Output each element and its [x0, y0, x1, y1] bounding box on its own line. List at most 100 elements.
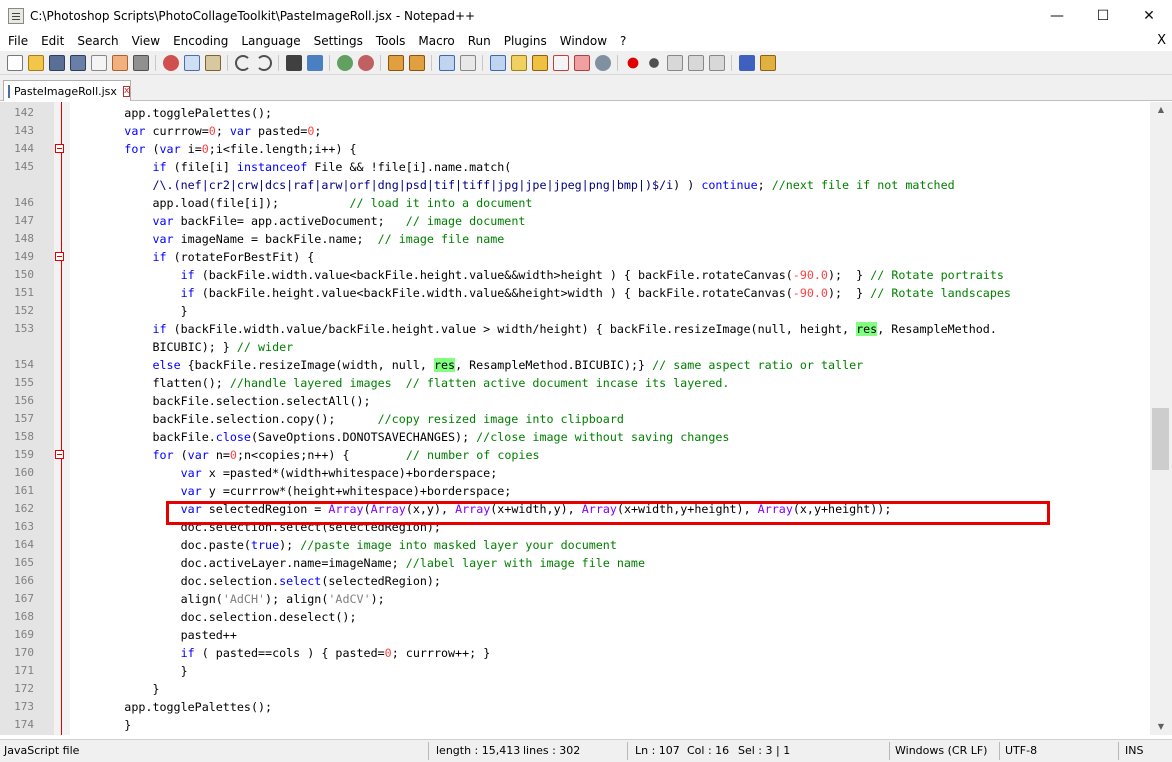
maximize-button[interactable]: ☐: [1080, 0, 1126, 31]
fold-collapse-icon[interactable]: [55, 450, 64, 459]
close-document-button[interactable]: X: [1157, 33, 1166, 48]
line-number: 173: [14, 700, 34, 713]
menu-plugins[interactable]: Plugins: [496, 34, 552, 48]
code-text: }: [68, 304, 188, 318]
menu-bar: File Edit Search View Encoding Language …: [0, 31, 1172, 51]
code-line: 160 var x =pasted*(width+whitespace)+bor…: [0, 464, 1150, 482]
toolbar-separator: [617, 54, 618, 71]
toolbar-separator: [329, 54, 330, 71]
tab-pasteimageroll[interactable]: PasteImageRoll.jsx x: [3, 80, 131, 101]
line-number: 149: [14, 250, 34, 263]
code-line: 167 align('AdCH'); align('AdCV');: [0, 590, 1150, 608]
line-number: 148: [14, 232, 34, 245]
menu-run[interactable]: Run: [460, 34, 496, 48]
status-separator: [627, 742, 628, 760]
status-eol: Windows (CR LF): [895, 744, 988, 757]
spellcheck-icon[interactable]: [738, 54, 755, 71]
code-line: 165 doc.activeLayer.name=imageName; //la…: [0, 554, 1150, 572]
code-text: backFile.selection.selectAll();: [68, 394, 371, 408]
zoom-out-icon[interactable]: [357, 54, 374, 71]
code-line: 169 pasted++: [0, 626, 1150, 644]
line-number: 162: [14, 502, 34, 515]
menu-window[interactable]: Window: [552, 34, 612, 48]
save-macro-icon[interactable]: [708, 54, 725, 71]
sync-vertical-icon[interactable]: [387, 54, 404, 71]
record-macro-icon[interactable]: [624, 54, 641, 71]
code-lines: 142 app.togglePalettes(); 143 var currrow…: [0, 104, 1150, 734]
menu-search[interactable]: Search: [69, 34, 123, 48]
code-text: doc.activeLayer.name=imageName; //label …: [68, 556, 646, 570]
redo-icon[interactable]: [255, 54, 272, 71]
minimize-button[interactable]: —: [1034, 0, 1080, 31]
save-icon[interactable]: [48, 54, 65, 71]
indent-guide-icon[interactable]: [489, 54, 506, 71]
scrollbar-thumb[interactable]: [1152, 408, 1169, 470]
scroll-up-arrow-icon[interactable]: ▲: [1150, 102, 1172, 118]
plugin-icon[interactable]: [759, 54, 776, 71]
close-window-button[interactable]: ✕: [1126, 0, 1172, 31]
line-number: 171: [14, 664, 34, 677]
fold-collapse-icon[interactable]: [55, 144, 64, 153]
folder-workspace-icon[interactable]: [573, 54, 590, 71]
code-line: 148 var imageName = backFile.name; // im…: [0, 230, 1150, 248]
paste-icon[interactable]: [204, 54, 221, 71]
function-list-icon[interactable]: [552, 54, 569, 71]
line-number: 146: [14, 196, 34, 209]
code-line: 144 for (var i=0;i<file.length;i++) {: [0, 140, 1150, 158]
menu-macro[interactable]: Macro: [410, 34, 459, 48]
line-number: 142: [14, 106, 34, 119]
code-editor[interactable]: 142 app.togglePalettes(); 143 var currrow…: [0, 102, 1150, 735]
code-line: 151 if (backFile.height.value<backFile.w…: [0, 284, 1150, 302]
menu-tools[interactable]: Tools: [368, 34, 411, 48]
status-column: Col : 16: [687, 744, 730, 757]
menu-encoding[interactable]: Encoding: [165, 34, 233, 48]
menu-settings[interactable]: Settings: [306, 34, 368, 48]
print-icon[interactable]: [132, 54, 149, 71]
code-line: 173 app.togglePalettes();: [0, 698, 1150, 716]
code-text: align('AdCH'); align('AdCV');: [68, 592, 385, 606]
stop-recording-icon[interactable]: [645, 54, 662, 71]
menu-language[interactable]: Language: [233, 34, 305, 48]
tab-bar: PasteImageRoll.jsx x: [0, 75, 1172, 101]
status-file-type: JavaScript file: [4, 744, 80, 757]
show-all-chars-icon[interactable]: [459, 54, 476, 71]
menu-view[interactable]: View: [124, 34, 165, 48]
menu-help[interactable]: ?: [612, 34, 631, 48]
line-number: 147: [14, 214, 34, 227]
cut-icon[interactable]: [162, 54, 179, 71]
scroll-down-arrow-icon[interactable]: ▼: [1150, 719, 1172, 735]
toolbar-separator: [278, 54, 279, 71]
word-wrap-icon[interactable]: [438, 54, 455, 71]
close-all-icon[interactable]: [111, 54, 128, 71]
menu-edit[interactable]: Edit: [33, 34, 69, 48]
find-icon[interactable]: [285, 54, 302, 71]
monitoring-icon[interactable]: [594, 54, 611, 71]
save-all-icon[interactable]: [69, 54, 86, 71]
code-text: var x =pasted*(width+whitespace)+borders…: [180, 466, 498, 480]
status-separator: [889, 742, 890, 760]
menu-file[interactable]: File: [0, 34, 33, 48]
code-line: 142 app.togglePalettes();: [0, 104, 1150, 122]
vertical-scrollbar[interactable]: ▲ ▼: [1150, 102, 1172, 735]
tab-close-icon[interactable]: x: [122, 85, 131, 97]
code-text: pasted++: [68, 628, 237, 642]
copy-icon[interactable]: [183, 54, 200, 71]
new-file-icon[interactable]: [6, 54, 23, 71]
fold-collapse-icon[interactable]: [55, 252, 64, 261]
close-file-icon[interactable]: [90, 54, 107, 71]
code-line: 156 backFile.selection.selectAll();: [0, 392, 1150, 410]
open-file-icon[interactable]: [27, 54, 44, 71]
replace-icon[interactable]: [306, 54, 323, 71]
code-text: flatten(); //handle layered images // fl…: [68, 376, 730, 390]
code-line: 147 var backFile= app.activeDocument; //…: [0, 212, 1150, 230]
line-number: 151: [14, 286, 34, 299]
document-map-icon[interactable]: [531, 54, 548, 71]
play-macro-icon[interactable]: [666, 54, 683, 71]
play-macro-multiple-icon[interactable]: [687, 54, 704, 71]
zoom-in-icon[interactable]: [336, 54, 353, 71]
code-line: 149 if (rotateForBestFit) {: [0, 248, 1150, 266]
sync-horizontal-icon[interactable]: [408, 54, 425, 71]
user-language-icon[interactable]: [510, 54, 527, 71]
undo-icon[interactable]: [234, 54, 251, 71]
status-insert-mode: INS: [1125, 744, 1144, 757]
